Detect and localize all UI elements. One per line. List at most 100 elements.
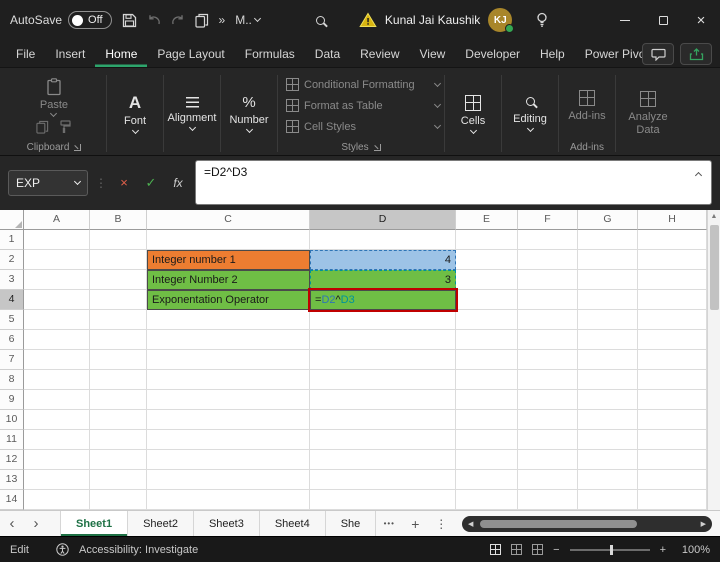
cell-C11[interactable] <box>147 430 310 450</box>
cell-C8[interactable] <box>147 370 310 390</box>
cell-A7[interactable] <box>24 350 90 370</box>
cell-F4[interactable] <box>518 290 578 310</box>
cell-H1[interactable] <box>638 230 707 250</box>
copy-small-button[interactable] <box>36 120 49 134</box>
cell-G7[interactable] <box>578 350 638 370</box>
cell-B3[interactable] <box>90 270 147 290</box>
cell-H12[interactable] <box>638 450 707 470</box>
name-box[interactable]: EXP <box>8 169 88 196</box>
cell-D11[interactable] <box>310 430 456 450</box>
row-header-9[interactable]: 9 <box>0 390 24 410</box>
autosave-switch[interactable]: Off <box>68 11 112 29</box>
cell-D4[interactable]: =D2^D3 <box>308 288 458 312</box>
cell-F7[interactable] <box>518 350 578 370</box>
editing-group-button[interactable]: Editing <box>506 72 554 155</box>
cell-E4[interactable] <box>456 290 518 310</box>
cell-A14[interactable] <box>24 490 90 510</box>
cell-B2[interactable] <box>90 250 147 270</box>
cell-B13[interactable] <box>90 470 147 490</box>
format-painter-button[interactable] <box>59 119 72 134</box>
sheet-nav-right-icon[interactable]: › <box>24 511 48 536</box>
styles-item-conditional-formatting[interactable]: Conditional Formatting <box>286 75 442 94</box>
enter-button[interactable]: ✓ <box>141 175 161 191</box>
column-header-C[interactable]: C <box>147 210 310 230</box>
search-button[interactable] <box>315 15 325 25</box>
cell-G14[interactable] <box>578 490 638 510</box>
cell-D7[interactable] <box>310 350 456 370</box>
column-header-B[interactable]: B <box>90 210 147 230</box>
menu-tab-data[interactable]: Data <box>305 40 350 67</box>
scroll-left-icon[interactable]: ◀ <box>468 520 473 528</box>
horizontal-scrollbar[interactable]: ◀ ▶ <box>462 516 712 532</box>
cancel-button[interactable]: × <box>114 175 134 190</box>
cell-E2[interactable] <box>456 250 518 270</box>
cell-C9[interactable] <box>147 390 310 410</box>
row-header-2[interactable]: 2 <box>0 250 24 270</box>
cell-G2[interactable] <box>578 250 638 270</box>
autosave-toggle[interactable]: AutoSave Off <box>10 11 112 29</box>
menu-tab-developer[interactable]: Developer <box>455 40 530 67</box>
cell-G5[interactable] <box>578 310 638 330</box>
cell-E1[interactable] <box>456 230 518 250</box>
normal-view-icon[interactable] <box>490 544 502 555</box>
cell-G3[interactable] <box>578 270 638 290</box>
copy-button[interactable] <box>194 13 209 28</box>
cell-B9[interactable] <box>90 390 147 410</box>
menu-tab-home[interactable]: Home <box>95 40 147 67</box>
cell-D10[interactable] <box>310 410 456 430</box>
cell-C6[interactable] <box>147 330 310 350</box>
cell-D2[interactable]: 4 <box>310 250 456 270</box>
row-header-5[interactable]: 5 <box>0 310 24 330</box>
cell-H4[interactable] <box>638 290 707 310</box>
cell-C12[interactable] <box>147 450 310 470</box>
cell-A1[interactable] <box>24 230 90 250</box>
quick-access-more-button[interactable]: » <box>219 13 226 27</box>
cell-F9[interactable] <box>518 390 578 410</box>
cell-H11[interactable] <box>638 430 707 450</box>
cell-D5[interactable] <box>310 310 456 330</box>
cell-A5[interactable] <box>24 310 90 330</box>
cell-C10[interactable] <box>147 410 310 430</box>
sheet-tab-sheet1[interactable]: Sheet1 <box>60 511 129 536</box>
select-all-corner[interactable] <box>0 210 24 230</box>
zoom-slider[interactable] <box>569 544 650 555</box>
styles-item-format-as-table[interactable]: Format as Table <box>286 96 442 115</box>
cell-H14[interactable] <box>638 490 707 510</box>
scroll-up-icon[interactable]: ▲ <box>711 213 718 220</box>
sheet-tab-she[interactable]: She <box>326 511 377 536</box>
alignment-group-button[interactable]: Alignment <box>168 72 216 155</box>
cell-H9[interactable] <box>638 390 707 410</box>
row-header-13[interactable]: 13 <box>0 470 24 490</box>
avatar[interactable]: KJ <box>488 8 515 33</box>
menu-tab-page-layout[interactable]: Page Layout <box>147 40 234 67</box>
menu-tab-view[interactable]: View <box>410 40 456 67</box>
menu-tab-file[interactable]: File <box>6 40 45 67</box>
cell-F14[interactable] <box>518 490 578 510</box>
horizontal-scroll-thumb[interactable] <box>480 520 637 528</box>
redo-button[interactable] <box>171 14 185 27</box>
cell-B6[interactable] <box>90 330 147 350</box>
cell-H3[interactable] <box>638 270 707 290</box>
row-header-3[interactable]: 3 <box>0 270 24 290</box>
cells-group-button[interactable]: Cells <box>449 72 497 155</box>
row-header-6[interactable]: 6 <box>0 330 24 350</box>
zoom-out-button[interactable]: − <box>553 544 559 556</box>
insert-function-button[interactable]: fx <box>168 176 188 190</box>
cell-A4[interactable] <box>24 290 90 310</box>
cell-C2[interactable]: Integer number 1 <box>147 250 310 270</box>
zoom-slider-thumb[interactable] <box>609 544 613 555</box>
row-header-12[interactable]: 12 <box>0 450 24 470</box>
quick-access-overflow-button[interactable]: M.. <box>235 13 261 27</box>
cell-E12[interactable] <box>456 450 518 470</box>
new-sheet-button[interactable]: + <box>402 511 428 536</box>
cell-E14[interactable] <box>456 490 518 510</box>
scroll-right-icon[interactable]: ▶ <box>701 520 706 528</box>
comments-button[interactable] <box>642 43 674 65</box>
undo-button[interactable] <box>147 14 161 27</box>
cell-G12[interactable] <box>578 450 638 470</box>
cell-A8[interactable] <box>24 370 90 390</box>
cell-C7[interactable] <box>147 350 310 370</box>
cell-A3[interactable] <box>24 270 90 290</box>
menu-tab-insert[interactable]: Insert <box>45 40 95 67</box>
tell-me-button[interactable] <box>536 12 548 28</box>
